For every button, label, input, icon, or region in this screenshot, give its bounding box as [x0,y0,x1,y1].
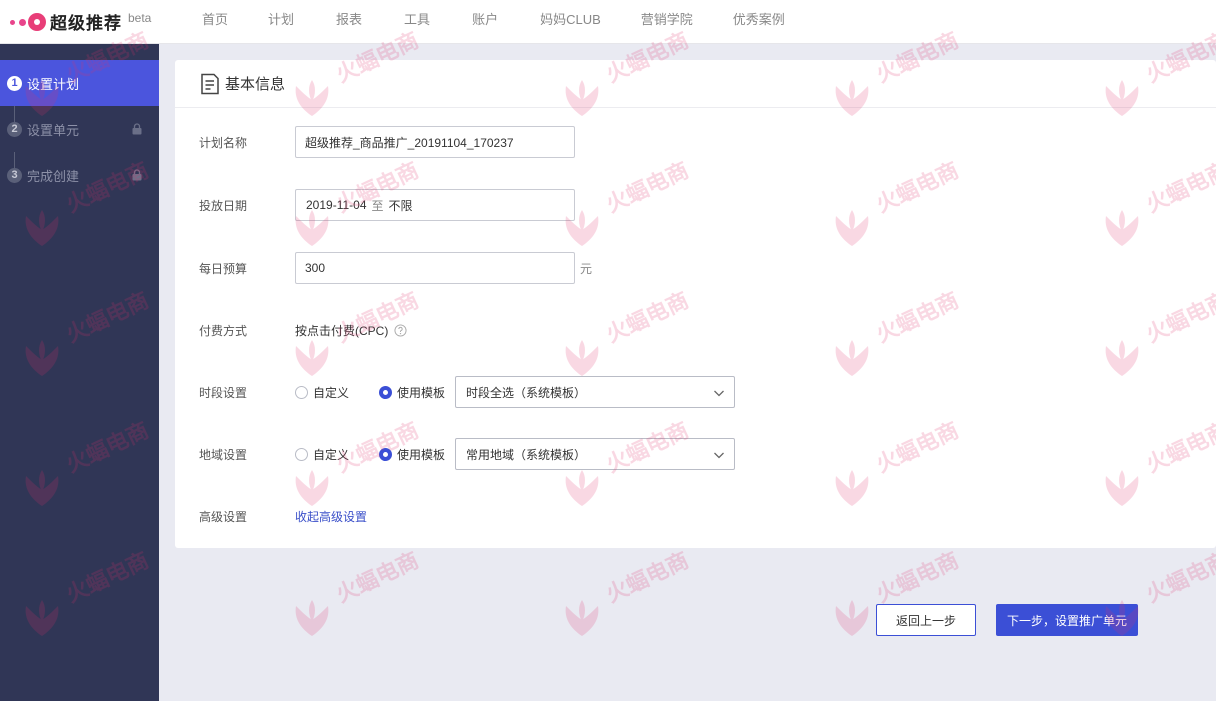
nav-item-home[interactable]: 首页 [202,0,228,44]
watermark-text: 火蝠电商 [602,547,693,608]
help-icon[interactable] [394,323,407,337]
collapse-advanced-link[interactable]: 收起高级设置 [295,508,367,525]
watermark: 火蝠电商 [560,547,692,640]
radio-circle [295,447,308,461]
watermark-text: 火蝠电商 [1142,547,1216,608]
time-custom-label: 自定义 [313,385,350,400]
budget-unit: 元 [580,261,593,276]
region-label: 地域设置 [199,447,248,462]
region-template-value: 常用地域（系统模板） [466,447,587,462]
step-sidebar: 1 设置计划 2 设置单元 3 完成创建 [0,44,159,701]
budget-label: 每日预算 [199,261,248,276]
radio-circle-selected [379,385,392,399]
region-custom-label: 自定义 [313,447,350,462]
next-step-button[interactable]: 下一步，设置推广单元 [996,604,1138,636]
back-button[interactable]: 返回上一步 [876,604,976,636]
logo-icon [10,10,46,34]
step-number: 2 [7,121,22,137]
watermark: 火蝠电商 [290,547,422,640]
budget-value: 300 [305,261,326,275]
time-template-radio[interactable]: 使用模板 [379,384,445,401]
radio-circle [295,385,308,399]
main-nav: 首页 计划 报表 工具 账户 妈妈CLUB 营销学院 优秀案例 [196,0,785,44]
region-template-radio[interactable]: 使用模板 [379,446,445,463]
date-row: 投放日期 2019-11-04 至 不限 [175,189,1216,221]
nav-item-tools[interactable]: 工具 [404,0,430,44]
date-separator: 至 [371,198,384,213]
step-label: 设置计划 [27,76,80,92]
plan-name-label: 计划名称 [199,135,248,150]
logo[interactable]: 超级推荐 beta [10,0,190,44]
time-slot-label: 时段设置 [199,385,248,400]
step-number: 3 [7,167,22,183]
billing-label: 付费方式 [199,323,248,338]
start-date: 2019-11-04 [306,198,367,212]
region-custom-radio[interactable]: 自定义 [295,446,349,463]
budget-input[interactable]: 300 [295,252,575,284]
plan-name-input[interactable]: 超级推荐_商品推广_20191104_170237 [295,126,575,158]
document-icon [201,73,219,94]
step-label: 设置单元 [27,122,80,138]
nav-item-report[interactable]: 报表 [336,0,362,44]
billing-value: 按点击付费(CPC) [295,323,389,338]
time-slot-row: 时段设置 自定义 使用模板 时段全选（系统模板） [175,376,1216,408]
step-complete: 3 完成创建 [0,152,159,198]
watermark-text: 火蝠电商 [872,547,963,608]
nav-item-cases[interactable]: 优秀案例 [733,0,785,44]
region-template-label: 使用模板 [397,447,446,462]
billing-method: 按点击付费(CPC) [295,322,407,339]
nav-item-mama-club[interactable]: 妈妈CLUB [540,0,601,44]
time-template-label: 使用模板 [397,385,446,400]
advanced-row: 高级设置 收起高级设置 [175,500,1216,532]
beta-badge: beta [128,10,152,25]
time-template-value: 时段全选（系统模板） [466,385,587,400]
nav-item-account[interactable]: 账户 [472,0,498,44]
date-range-picker[interactable]: 2019-11-04 至 不限 [295,189,575,221]
region-template-select[interactable]: 常用地域（系统模板） [455,438,735,470]
step-setup-plan[interactable]: 1 设置计划 [0,60,159,106]
lock-icon [132,123,142,135]
region-row: 地域设置 自定义 使用模板 常用地域（系统模板） [175,438,1216,470]
budget-row: 每日预算 300 元 [175,252,1216,284]
lock-icon [132,169,142,181]
plan-name-row: 计划名称 超级推荐_商品推广_20191104_170237 [175,126,1216,158]
step-setup-unit: 2 设置单元 [0,106,159,152]
plan-name-value: 超级推荐_商品推广_20191104_170237 [305,135,514,150]
basic-info-card: 基本信息 计划名称 超级推荐_商品推广_20191104_170237 投放日期… [175,60,1216,548]
step-number: 1 [7,75,22,91]
chevron-down-icon [714,452,724,459]
step-label: 完成创建 [27,168,80,184]
end-date: 不限 [388,198,413,213]
watermark-text: 火蝠电商 [332,547,423,608]
date-label: 投放日期 [199,198,248,213]
radio-circle-selected [379,447,392,461]
nav-item-plan[interactable]: 计划 [268,0,294,44]
billing-row: 付费方式 按点击付费(CPC) [175,314,1216,346]
nav-item-academy[interactable]: 营销学院 [641,0,693,44]
card-title: 基本信息 [225,76,286,93]
chevron-down-icon [714,390,724,397]
app-name: 超级推荐 [50,14,122,33]
time-template-select[interactable]: 时段全选（系统模板） [455,376,735,408]
card-header: 基本信息 [175,60,1216,108]
time-custom-radio[interactable]: 自定义 [295,384,349,401]
top-bar: 超级推荐 beta 首页 计划 报表 工具 账户 妈妈CLUB 营销学院 优秀案… [0,0,1216,44]
advanced-label: 高级设置 [199,509,248,524]
